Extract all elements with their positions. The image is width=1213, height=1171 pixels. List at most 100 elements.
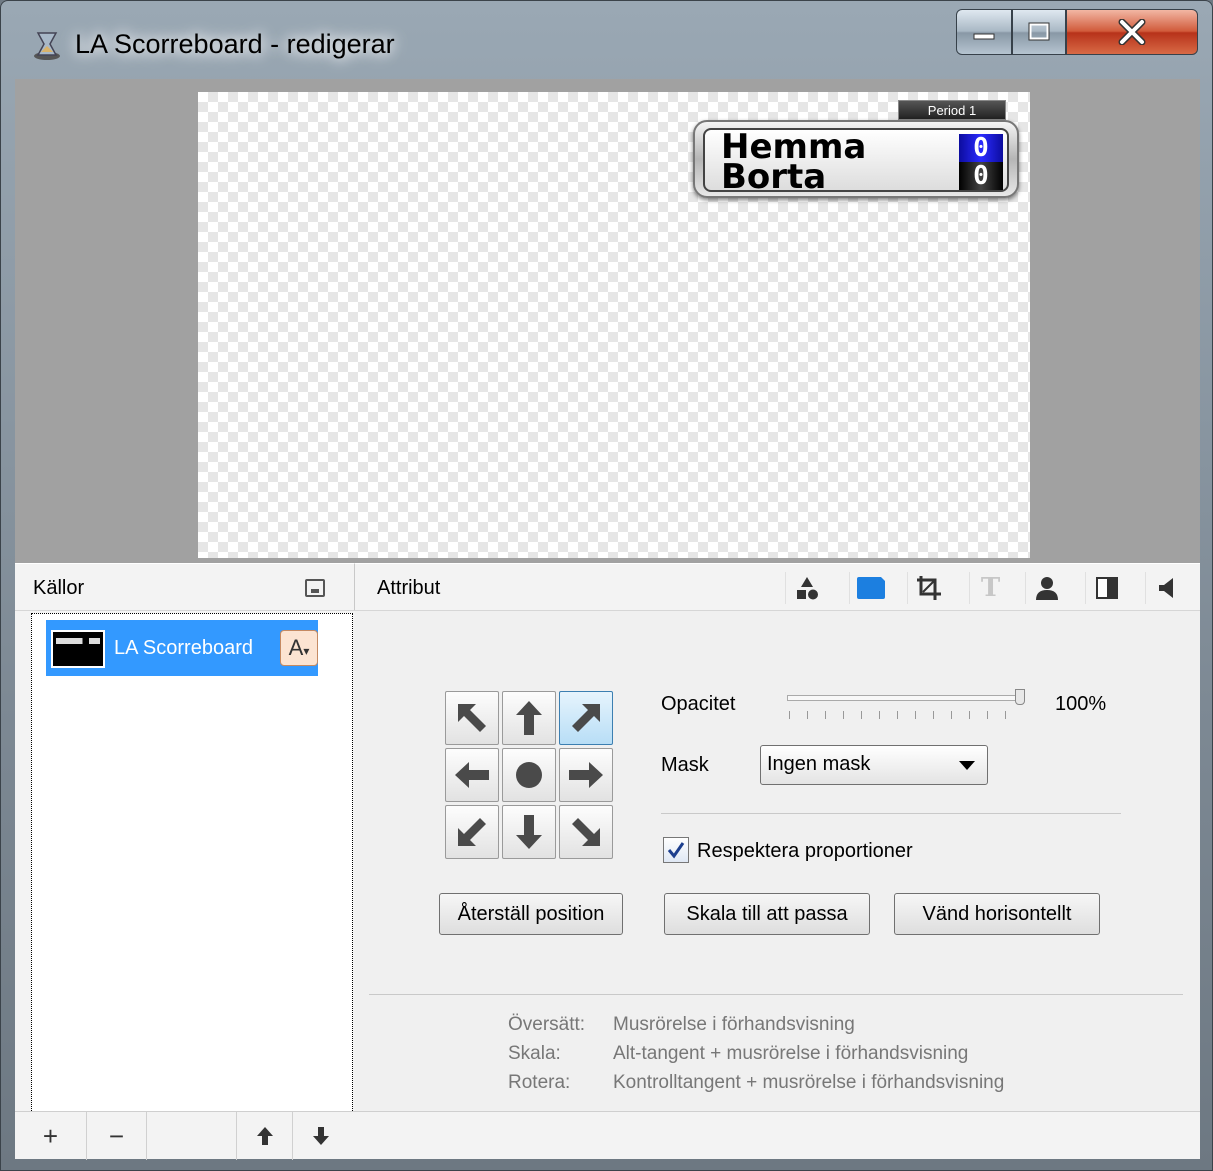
editor-window: LA Scorreboard - redigerar Period 1 Hemm…: [0, 0, 1213, 1171]
hint-key: Rotera:: [508, 1072, 571, 1093]
arrow-up-icon: [516, 701, 542, 735]
sources-header: Källor: [15, 563, 355, 611]
maximize-icon: [1028, 22, 1050, 41]
preview-area[interactable]: Period 1 Hemma Borta 0 0: [15, 79, 1200, 563]
flip-horizontal-button[interactable]: Vänd horisontellt: [894, 893, 1100, 935]
dock-icon[interactable]: [305, 579, 325, 597]
arrow-right-icon: [569, 762, 603, 788]
align-top-right-button[interactable]: [559, 691, 613, 745]
tab-position[interactable]: [849, 572, 891, 604]
source-label: LA Scorreboard: [114, 637, 253, 659]
position-icon: [856, 577, 885, 599]
list-item[interactable]: LA Scorreboard A▾: [46, 620, 318, 676]
period-label: Period 1: [898, 100, 1006, 120]
toolbar-spacer: [147, 1112, 237, 1160]
move-down-button[interactable]: [293, 1112, 349, 1160]
align-right-button[interactable]: [559, 748, 613, 802]
minimize-icon: [973, 33, 995, 40]
scoreboard-overlay[interactable]: Period 1 Hemma Borta 0 0: [693, 100, 1023, 210]
arrow-bottom-right-icon: [572, 818, 600, 846]
scale-to-fit-button[interactable]: Skala till att passa: [664, 893, 870, 935]
tab-person[interactable]: [1025, 572, 1067, 604]
add-source-label: +: [42, 1120, 59, 1151]
tab-contrast[interactable]: [1085, 572, 1127, 604]
title-bar[interactable]: LA Scorreboard - redigerar: [1, 1, 1213, 79]
source-thumbnail: [51, 630, 105, 668]
hint-key: Skala:: [508, 1043, 561, 1064]
align-bottom-left-button[interactable]: [445, 805, 499, 859]
arrow-top-left-icon: [458, 704, 486, 732]
close-icon: [1118, 19, 1146, 45]
align-left-button[interactable]: [445, 748, 499, 802]
reset-position-button[interactable]: Återställ position: [439, 893, 623, 935]
tab-text[interactable]: T: [969, 572, 1011, 604]
mask-select[interactable]: Ingen mask: [760, 745, 988, 785]
align-bottom-button[interactable]: [502, 805, 556, 859]
scale-to-fit-label: Skala till att passa: [686, 902, 848, 925]
hint-text: Alt-tangent + musrörelse i förhandsvisni…: [613, 1043, 969, 1064]
keep-aspect-checkbox[interactable]: [663, 837, 689, 863]
sources-toolbar: + −: [15, 1111, 355, 1160]
person-icon: [1035, 577, 1058, 600]
away-team-name: Borta: [721, 157, 827, 197]
preview-canvas[interactable]: Period 1 Hemma Borta 0 0: [198, 92, 1030, 558]
up-arrow-icon: [256, 1127, 273, 1145]
checkmark-icon: [667, 842, 685, 859]
contrast-icon: [1095, 577, 1118, 599]
chevron-down-icon: [959, 761, 975, 770]
arrow-bottom-left-icon: [458, 818, 486, 846]
sources-title: Källor: [33, 577, 85, 599]
tab-shapes[interactable]: [785, 572, 827, 604]
app-icon: [34, 32, 60, 60]
away-score: 0: [959, 162, 1003, 190]
divider: [369, 994, 1183, 995]
add-source-button[interactable]: +: [15, 1112, 87, 1160]
opacity-value: 100%: [1055, 693, 1107, 715]
arrow-down-icon: [516, 815, 542, 849]
move-up-button[interactable]: [237, 1112, 293, 1160]
position-pad: [445, 691, 617, 863]
align-top-left-button[interactable]: [445, 691, 499, 745]
align-bottom-right-button[interactable]: [559, 805, 613, 859]
tab-audio[interactable]: [1145, 572, 1187, 604]
arrow-left-icon: [455, 762, 489, 788]
hint-text: Musrörelse i förhandsvisning: [613, 1014, 855, 1035]
divider: [661, 813, 1121, 814]
keep-aspect-label: Respektera proportioner: [697, 840, 913, 862]
minimize-button[interactable]: [956, 9, 1012, 55]
down-arrow-icon: [313, 1127, 329, 1145]
hint-key: Översätt:: [508, 1014, 586, 1035]
opacity-label: Opacitet: [661, 693, 736, 715]
scoreboard-plate: Hemma Borta 0 0: [693, 120, 1019, 198]
window-title: LA Scorreboard - redigerar: [75, 29, 395, 59]
mask-label: Mask: [661, 754, 709, 776]
remove-source-label: −: [108, 1120, 125, 1151]
scoreboard-inner: Hemma Borta 0 0: [703, 128, 1009, 197]
flip-horizontal-label: Vänd horisontellt: [922, 902, 1072, 925]
sources-list[interactable]: LA Scorreboard A▾: [31, 613, 353, 1113]
attributes-panel: Opacitet 100% Mask Ingen mask Respektera…: [355, 611, 1200, 1111]
hint-text: Kontrolltangent + musrörelse i förhandsv…: [613, 1072, 1005, 1093]
align-top-button[interactable]: [502, 691, 556, 745]
align-center-button[interactable]: [502, 748, 556, 802]
maximize-button[interactable]: [1012, 9, 1066, 55]
center-dot-icon: [516, 762, 542, 788]
attributes-header: Attribut T: [355, 563, 1200, 611]
reset-position-label: Återställ position: [457, 902, 605, 925]
source-type-button[interactable]: A▾: [280, 630, 318, 666]
opacity-slider-thumb[interactable]: [1015, 689, 1025, 705]
tab-crop[interactable]: [907, 572, 949, 604]
attributes-title: Attribut: [377, 577, 441, 599]
crop-icon: [916, 576, 941, 600]
sources-panel: LA Scorreboard A▾: [15, 611, 355, 1113]
opacity-slider[interactable]: [787, 695, 1023, 701]
opacity-slider-ticks: [789, 711, 1023, 719]
audio-icon: [1158, 578, 1173, 598]
shapes-icon: [796, 577, 818, 600]
text-icon: T: [980, 573, 1001, 603]
attributes-footer: [355, 1111, 1200, 1159]
arrow-top-right-icon: [572, 704, 600, 732]
close-button[interactable]: [1066, 9, 1198, 55]
remove-source-button[interactable]: −: [87, 1112, 147, 1160]
mask-select-value: Ingen mask: [767, 753, 871, 775]
